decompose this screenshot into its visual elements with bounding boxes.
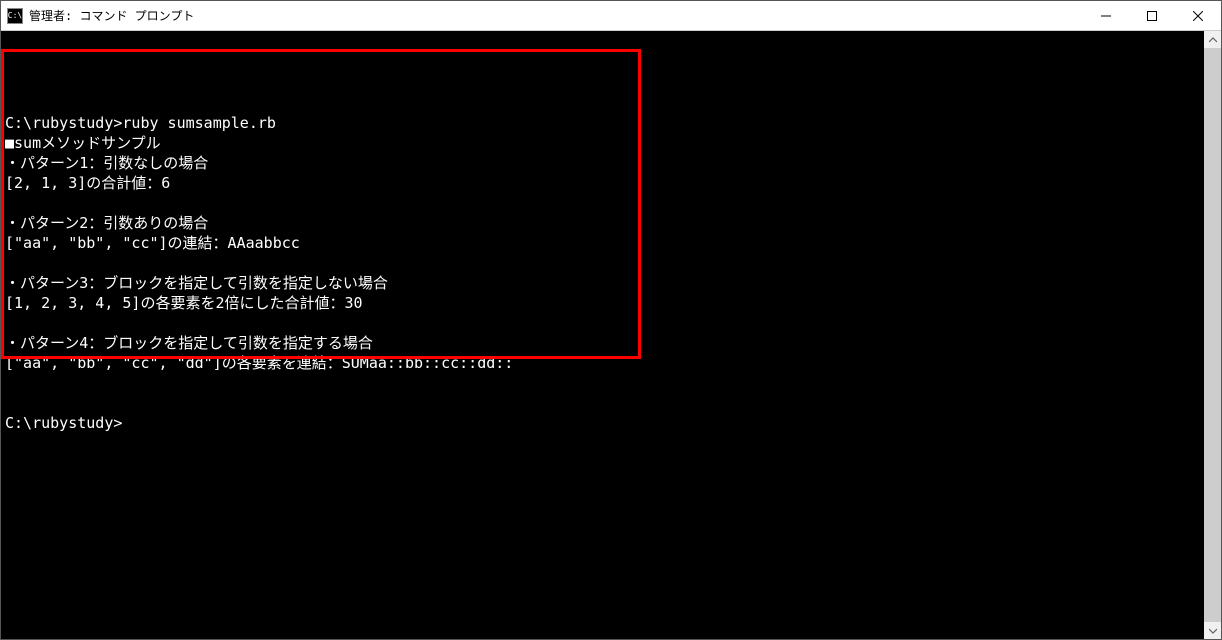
terminal-line: C:\rubystudy>ruby sumsample.rb — [5, 113, 1200, 133]
terminal-line — [5, 253, 1200, 273]
scroll-up-button[interactable] — [1204, 31, 1221, 48]
terminal-line: ["aa", "bb", "cc"]の連結：AAaabbcc — [5, 233, 1200, 253]
window-controls — [1083, 1, 1221, 30]
terminal-line: ・パターン3：ブロックを指定して引数を指定しない場合 — [5, 273, 1200, 293]
scroll-down-button[interactable] — [1204, 622, 1221, 639]
maximize-button[interactable] — [1129, 1, 1175, 30]
titlebar[interactable]: C:\ 管理者: コマンド プロンプト — [1, 1, 1221, 31]
vertical-scrollbar[interactable] — [1204, 31, 1221, 639]
minimize-button[interactable] — [1083, 1, 1129, 30]
terminal-line: ・パターン4：ブロックを指定して引数を指定する場合 — [5, 333, 1200, 353]
app-icon: C:\ — [7, 8, 23, 24]
terminal-line: ・パターン1：引数なしの場合 — [5, 153, 1200, 173]
terminal-line: ■sumメソッドサンプル — [5, 133, 1200, 153]
terminal-line: [1, 2, 3, 4, 5]の各要素を2倍にした合計値：30 — [5, 293, 1200, 313]
terminal-line — [5, 313, 1200, 333]
terminal-line — [5, 373, 1200, 393]
scroll-thumb[interactable] — [1204, 48, 1221, 622]
maximize-icon — [1147, 11, 1157, 21]
terminal-line — [5, 393, 1200, 413]
terminal-area: C:\rubystudy>ruby sumsample.rb■sumメソッドサン… — [1, 31, 1221, 639]
close-icon — [1193, 11, 1203, 21]
close-button[interactable] — [1175, 1, 1221, 30]
terminal-line: ["aa", "bb", "cc", "dd"]の各要素を連結：SUMaa::b… — [5, 353, 1200, 373]
terminal-line: [2, 1, 3]の合計値：6 — [5, 173, 1200, 193]
terminal-line — [5, 193, 1200, 213]
terminal-line — [5, 93, 1200, 113]
terminal-content[interactable]: C:\rubystudy>ruby sumsample.rb■sumメソッドサン… — [1, 31, 1204, 639]
terminal-line: ・パターン2：引数ありの場合 — [5, 213, 1200, 233]
window-frame: C:\ 管理者: コマンド プロンプト C:\rubystudy>ruby su… — [0, 0, 1222, 640]
minimize-icon — [1101, 11, 1111, 21]
window-title: 管理者: コマンド プロンプト — [29, 7, 1083, 24]
app-icon-glyph: C:\ — [8, 11, 22, 20]
chevron-up-icon — [1209, 36, 1217, 44]
terminal-line: C:\rubystudy> — [5, 413, 1200, 433]
chevron-down-icon — [1209, 627, 1217, 635]
scroll-track[interactable] — [1204, 48, 1221, 622]
